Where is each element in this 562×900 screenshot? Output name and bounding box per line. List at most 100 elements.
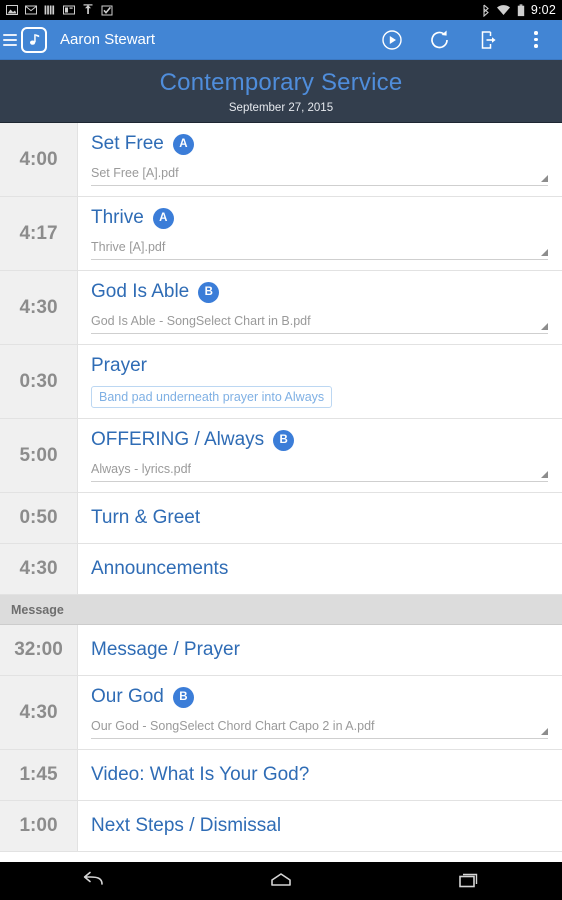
service-item-row[interactable]: 4:17 Thrive A Thrive [A].pdf — [0, 197, 562, 271]
attachment-filename: God Is Able - SongSelect Chart in B.pdf — [91, 314, 311, 328]
app-root: 9:02 Aaron Stewart Contemporary Service — [0, 0, 562, 900]
play-circle-icon[interactable] — [380, 28, 404, 52]
item-title-line: Announcements — [91, 558, 548, 580]
item-body: Thrive A Thrive [A].pdf — [78, 197, 562, 270]
item-duration: 4:30 — [0, 544, 78, 594]
item-title[interactable]: God Is Able — [91, 281, 189, 303]
attachment-select[interactable]: Our God - SongSelect Chord Chart Capo 2 … — [91, 717, 548, 739]
item-title-line: Message / Prayer — [91, 639, 548, 661]
dropdown-caret-icon — [541, 175, 548, 182]
service-item-row[interactable]: 32:00 Message / Prayer — [0, 625, 562, 676]
mail-icon — [25, 5, 37, 15]
news-icon — [63, 5, 75, 15]
refresh-icon[interactable] — [428, 28, 452, 52]
item-duration: 4:00 — [0, 123, 78, 196]
item-title[interactable]: Our God — [91, 686, 164, 708]
status-bar: 9:02 — [0, 0, 562, 20]
nav-recents-button[interactable] — [440, 867, 496, 895]
status-bar-clock: 9:02 — [530, 3, 556, 17]
item-duration: 1:00 — [0, 801, 78, 851]
service-item-row[interactable]: 5:00 OFFERING / Always B Always - lyrics.pd… — [0, 419, 562, 493]
wifi-icon — [496, 4, 510, 15]
item-duration: 0:50 — [0, 493, 78, 543]
item-duration: 32:00 — [0, 625, 78, 675]
service-date: September 27, 2015 — [228, 101, 334, 114]
item-duration: 4:30 — [0, 676, 78, 749]
section-header-label: Message — [11, 602, 64, 617]
item-duration: 1:45 — [0, 750, 78, 800]
service-item-list[interactable]: 4:00 Set Free A Set Free [A].pdf 4:17 Thrive A… — [0, 123, 562, 862]
device-export-icon[interactable] — [476, 28, 500, 52]
item-title[interactable]: Thrive — [91, 207, 144, 229]
attachment-filename: Always - lyrics.pdf — [91, 462, 192, 476]
item-title[interactable]: Message / Prayer — [91, 639, 240, 661]
attachment-select[interactable]: Always - lyrics.pdf — [91, 460, 548, 482]
attachment-select[interactable]: God Is Able - SongSelect Chart in B.pdf — [91, 312, 548, 334]
kebab-menu-icon[interactable] — [524, 28, 548, 52]
item-title-line: God Is Able B — [91, 281, 548, 303]
service-item-row[interactable]: 4:30 Announcements — [0, 544, 562, 595]
upload-icon — [83, 4, 93, 14]
item-title-line: Set Free A — [91, 133, 548, 155]
item-body: Message / Prayer — [78, 625, 562, 675]
item-body: God Is Able B God Is Able - SongSelect Cha… — [78, 271, 562, 344]
battery-icon — [517, 3, 525, 16]
attachment-filename: Our God - SongSelect Chord Chart Capo 2 … — [91, 719, 375, 733]
android-nav-bar — [0, 862, 562, 900]
item-title[interactable]: Next Steps / Dismissal — [91, 815, 281, 837]
item-duration: 4:17 — [0, 197, 78, 270]
service-item-row[interactable]: 4:30 God Is Able B God Is Able - SongSelect… — [0, 271, 562, 345]
song-key-badge[interactable]: B — [273, 429, 295, 451]
user-name[interactable]: Aaron Stewart — [60, 31, 155, 48]
service-item-row[interactable]: 0:30 Prayer Band pad underneath prayer int… — [0, 345, 562, 419]
status-bar-notification-icons — [6, 4, 113, 16]
dropdown-caret-icon — [541, 728, 548, 735]
item-title-line: Thrive A — [91, 207, 548, 229]
item-body: Video: What Is Your God? — [78, 750, 562, 800]
bars-icon — [44, 5, 55, 15]
status-bar-system-icons: 9:02 — [481, 3, 556, 17]
checkbox-icon — [101, 5, 113, 16]
dropdown-caret-icon — [541, 323, 548, 330]
item-title[interactable]: Set Free — [91, 133, 164, 155]
app-bar-actions — [380, 28, 552, 52]
song-key-badge[interactable]: A — [172, 133, 194, 155]
service-header: Contemporary Service September 27, 2015 — [0, 60, 562, 123]
app-bar: Aaron Stewart — [0, 20, 562, 60]
nav-back-button[interactable] — [66, 867, 122, 895]
item-title[interactable]: Prayer — [91, 355, 147, 377]
item-title[interactable]: OFFERING / Always — [91, 429, 264, 451]
service-title: Contemporary Service — [159, 68, 403, 96]
service-item-row[interactable]: 4:30 Our God B Our God - SongSelect Chord C… — [0, 676, 562, 750]
item-note-chip[interactable]: Band pad underneath prayer into Always — [91, 386, 333, 408]
item-title-line: Next Steps / Dismissal — [91, 815, 548, 837]
attachment-select[interactable]: Thrive [A].pdf — [91, 238, 548, 260]
song-key-badge[interactable]: B — [172, 686, 194, 708]
item-body: Announcements — [78, 544, 562, 594]
music-note-icon — [21, 26, 47, 53]
item-body: Set Free A Set Free [A].pdf — [78, 123, 562, 196]
service-item-row[interactable]: 1:00 Next Steps / Dismissal — [0, 801, 562, 852]
hamburger-icon[interactable] — [3, 30, 17, 50]
item-duration: 0:30 — [0, 345, 78, 418]
item-title-line: Turn & Greet — [91, 507, 548, 529]
nav-home-button[interactable] — [253, 867, 309, 895]
service-item-row[interactable]: 4:00 Set Free A Set Free [A].pdf — [0, 123, 562, 197]
service-item-row[interactable]: 1:45 Video: What Is Your God? — [0, 750, 562, 801]
item-title-line: OFFERING / Always B — [91, 429, 548, 451]
bluetooth-icon — [483, 4, 489, 17]
item-body: OFFERING / Always B Always - lyrics.pdf — [78, 419, 562, 492]
service-item-row[interactable]: 0:50 Turn & Greet — [0, 493, 562, 544]
song-key-badge[interactable]: A — [152, 207, 174, 229]
item-title[interactable]: Announcements — [91, 558, 228, 580]
section-header: Message — [0, 595, 562, 625]
attachment-filename: Set Free [A].pdf — [91, 166, 179, 180]
dropdown-caret-icon — [541, 471, 548, 478]
item-title[interactable]: Turn & Greet — [91, 507, 200, 529]
song-key-badge[interactable]: B — [198, 281, 220, 303]
item-title[interactable]: Video: What Is Your God? — [91, 764, 309, 786]
item-duration: 5:00 — [0, 419, 78, 492]
attachment-select[interactable]: Set Free [A].pdf — [91, 164, 548, 186]
item-title-line: Our God B — [91, 686, 548, 708]
item-body: Our God B Our God - SongSelect Chord Chart… — [78, 676, 562, 749]
